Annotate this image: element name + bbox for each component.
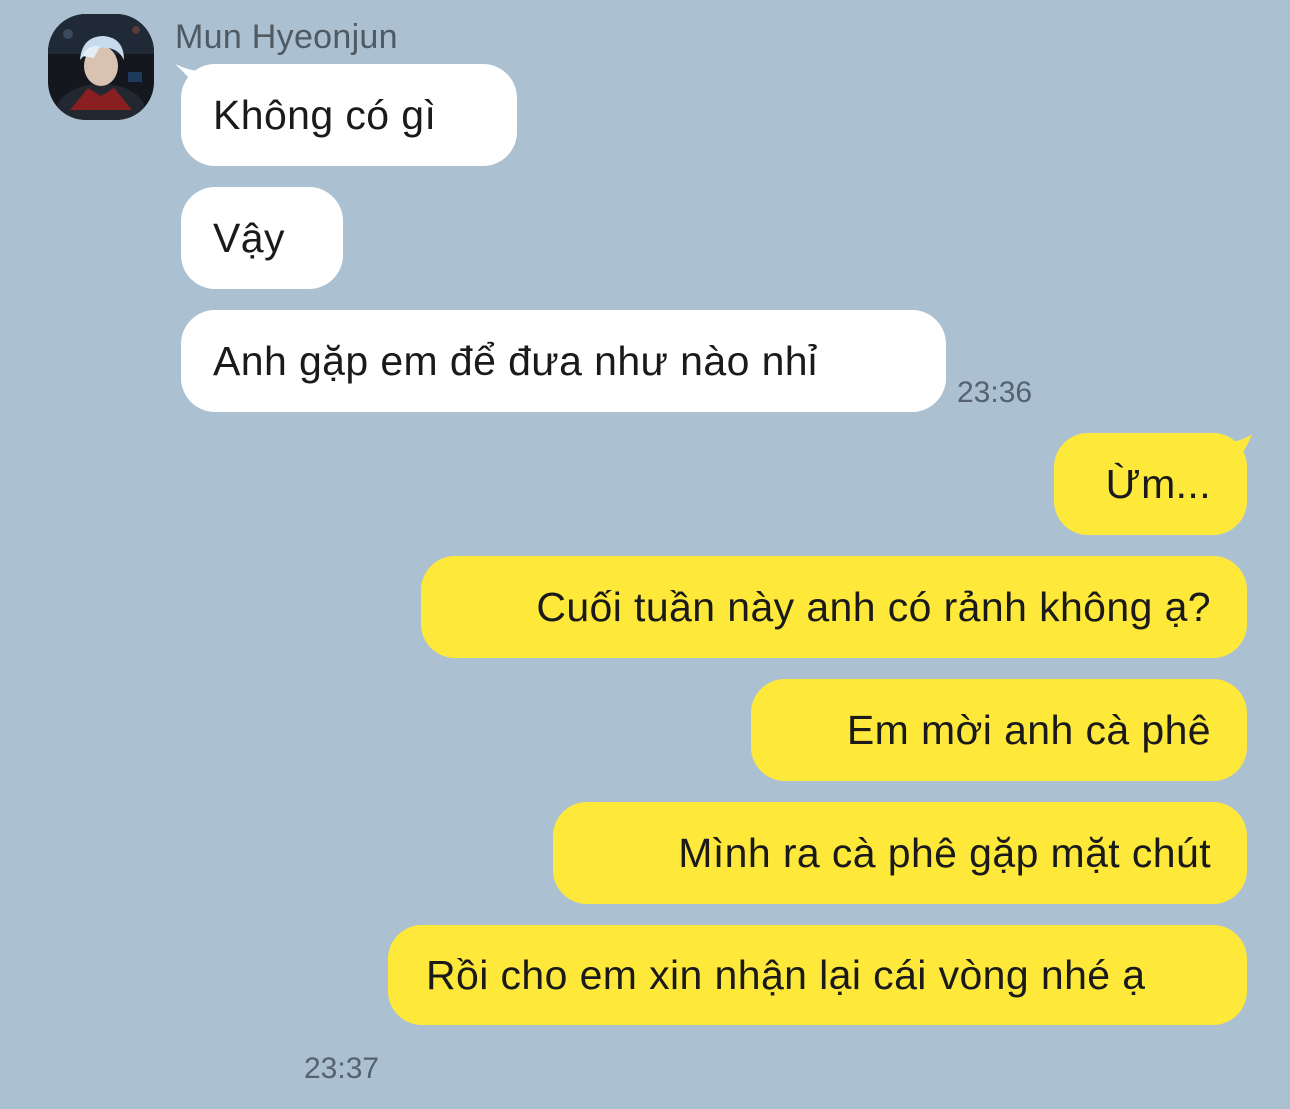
outgoing-message-1[interactable]: Ừm...: [1054, 433, 1247, 535]
incoming-message-3[interactable]: Anh gặp em để đưa như nào nhỉ: [181, 310, 946, 412]
outgoing-message-3[interactable]: Em mời anh cà phê: [751, 679, 1247, 781]
chat-message-area[interactable]: Mun Hyeonjun Không có gì Vậy Anh gặp em …: [0, 0, 1290, 1109]
outgoing-message-4[interactable]: Mình ra cà phê gặp mặt chút: [553, 802, 1247, 904]
message-text: Rồi cho em xin nhận lại cái vòng nhé ạ: [426, 952, 1146, 998]
avatar-photo-icon: [48, 14, 154, 120]
sender-name: Mun Hyeonjun: [175, 18, 398, 56]
outgoing-message-2[interactable]: Cuối tuần này anh có rảnh không ạ?: [421, 556, 1247, 658]
outgoing-timestamp: 23:37: [304, 1052, 380, 1085]
incoming-message-1[interactable]: Không có gì: [181, 64, 517, 166]
outgoing-message-5[interactable]: Rồi cho em xin nhận lại cái vòng nhé ạ: [388, 925, 1247, 1025]
message-text: Mình ra cà phê gặp mặt chút: [678, 830, 1211, 876]
incoming-message-2[interactable]: Vậy: [181, 187, 343, 289]
message-text: Anh gặp em để đưa như nào nhỉ: [213, 338, 818, 384]
message-text: Cuối tuần này anh có rảnh không ạ?: [536, 584, 1211, 630]
message-text: Em mời anh cà phê: [846, 707, 1211, 753]
message-text: Ừm...: [1105, 461, 1211, 507]
contact-avatar[interactable]: [48, 14, 154, 120]
message-text: Không có gì: [213, 92, 437, 138]
incoming-timestamp: 23:36: [957, 376, 1033, 409]
message-text: Vậy: [213, 215, 285, 261]
